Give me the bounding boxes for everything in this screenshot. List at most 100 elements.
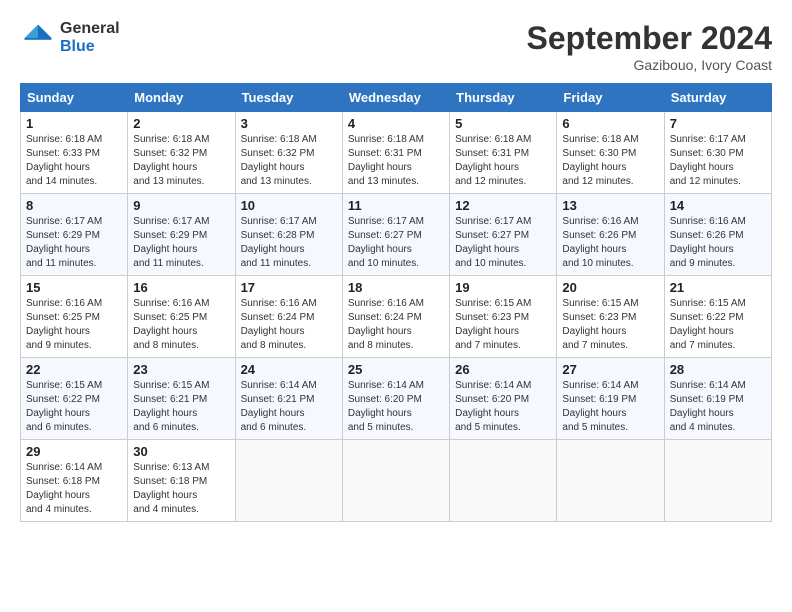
calendar-header-row: SundayMondayTuesdayWednesdayThursdayFrid… [21,84,772,112]
day-info: Sunrise: 6:16 AM Sunset: 6:24 PM Dayligh… [241,297,337,353]
calendar-week-5: 29 Sunrise: 6:14 AM Sunset: 6:18 PM Dayl… [21,440,772,522]
calendar-header-friday: Friday [557,84,664,112]
day-number: 17 [241,280,337,295]
day-info: Sunrise: 6:15 AM Sunset: 6:23 PM Dayligh… [562,297,658,353]
calendar-week-2: 8 Sunrise: 6:17 AM Sunset: 6:29 PM Dayli… [21,194,772,276]
calendar-cell: 14 Sunrise: 6:16 AM Sunset: 6:26 PM Dayl… [664,194,771,276]
day-number: 8 [26,198,122,213]
calendar-cell: 11 Sunrise: 6:17 AM Sunset: 6:27 PM Dayl… [342,194,449,276]
calendar-cell: 19 Sunrise: 6:15 AM Sunset: 6:23 PM Dayl… [450,276,557,358]
day-number: 23 [133,362,229,377]
day-number: 13 [562,198,658,213]
day-info: Sunrise: 6:18 AM Sunset: 6:31 PM Dayligh… [455,133,551,189]
page-header: General Blue September 2024 Gazibouo, Iv… [20,20,772,73]
calendar-week-1: 1 Sunrise: 6:18 AM Sunset: 6:33 PM Dayli… [21,112,772,194]
logo: General Blue [20,20,120,56]
day-number: 24 [241,362,337,377]
calendar-header-tuesday: Tuesday [235,84,342,112]
calendar-cell: 22 Sunrise: 6:15 AM Sunset: 6:22 PM Dayl… [21,358,128,440]
calendar-cell: 24 Sunrise: 6:14 AM Sunset: 6:21 PM Dayl… [235,358,342,440]
day-info: Sunrise: 6:18 AM Sunset: 6:32 PM Dayligh… [133,133,229,189]
day-info: Sunrise: 6:14 AM Sunset: 6:19 PM Dayligh… [562,379,658,435]
day-info: Sunrise: 6:17 AM Sunset: 6:27 PM Dayligh… [455,215,551,271]
calendar-cell: 28 Sunrise: 6:14 AM Sunset: 6:19 PM Dayl… [664,358,771,440]
day-info: Sunrise: 6:14 AM Sunset: 6:20 PM Dayligh… [348,379,444,435]
calendar-cell: 26 Sunrise: 6:14 AM Sunset: 6:20 PM Dayl… [450,358,557,440]
day-info: Sunrise: 6:17 AM Sunset: 6:27 PM Dayligh… [348,215,444,271]
calendar-cell: 17 Sunrise: 6:16 AM Sunset: 6:24 PM Dayl… [235,276,342,358]
calendar-cell: 13 Sunrise: 6:16 AM Sunset: 6:26 PM Dayl… [557,194,664,276]
day-info: Sunrise: 6:18 AM Sunset: 6:31 PM Dayligh… [348,133,444,189]
calendar-cell [557,440,664,522]
calendar-header-thursday: Thursday [450,84,557,112]
day-number: 4 [348,116,444,131]
calendar-header-saturday: Saturday [664,84,771,112]
day-number: 10 [241,198,337,213]
calendar-cell [342,440,449,522]
day-number: 5 [455,116,551,131]
day-number: 7 [670,116,766,131]
calendar-cell [664,440,771,522]
day-number: 14 [670,198,766,213]
calendar-cell: 9 Sunrise: 6:17 AM Sunset: 6:29 PM Dayli… [128,194,235,276]
day-number: 25 [348,362,444,377]
day-info: Sunrise: 6:16 AM Sunset: 6:26 PM Dayligh… [670,215,766,271]
calendar-cell: 23 Sunrise: 6:15 AM Sunset: 6:21 PM Dayl… [128,358,235,440]
calendar-cell: 2 Sunrise: 6:18 AM Sunset: 6:32 PM Dayli… [128,112,235,194]
logo-text: General Blue [60,20,120,56]
calendar-cell: 6 Sunrise: 6:18 AM Sunset: 6:30 PM Dayli… [557,112,664,194]
day-number: 29 [26,444,122,459]
calendar-header-sunday: Sunday [21,84,128,112]
day-number: 30 [133,444,229,459]
day-info: Sunrise: 6:14 AM Sunset: 6:20 PM Dayligh… [455,379,551,435]
day-info: Sunrise: 6:16 AM Sunset: 6:24 PM Dayligh… [348,297,444,353]
calendar-cell: 3 Sunrise: 6:18 AM Sunset: 6:32 PM Dayli… [235,112,342,194]
day-info: Sunrise: 6:15 AM Sunset: 6:21 PM Dayligh… [133,379,229,435]
calendar-cell: 5 Sunrise: 6:18 AM Sunset: 6:31 PM Dayli… [450,112,557,194]
calendar-cell: 25 Sunrise: 6:14 AM Sunset: 6:20 PM Dayl… [342,358,449,440]
calendar-table: SundayMondayTuesdayWednesdayThursdayFrid… [20,83,772,522]
calendar-cell: 15 Sunrise: 6:16 AM Sunset: 6:25 PM Dayl… [21,276,128,358]
calendar-cell: 4 Sunrise: 6:18 AM Sunset: 6:31 PM Dayli… [342,112,449,194]
day-number: 20 [562,280,658,295]
day-info: Sunrise: 6:16 AM Sunset: 6:25 PM Dayligh… [26,297,122,353]
calendar-header-monday: Monday [128,84,235,112]
calendar-cell: 7 Sunrise: 6:17 AM Sunset: 6:30 PM Dayli… [664,112,771,194]
day-info: Sunrise: 6:14 AM Sunset: 6:21 PM Dayligh… [241,379,337,435]
calendar-cell: 20 Sunrise: 6:15 AM Sunset: 6:23 PM Dayl… [557,276,664,358]
day-info: Sunrise: 6:18 AM Sunset: 6:32 PM Dayligh… [241,133,337,189]
day-info: Sunrise: 6:17 AM Sunset: 6:30 PM Dayligh… [670,133,766,189]
calendar-week-4: 22 Sunrise: 6:15 AM Sunset: 6:22 PM Dayl… [21,358,772,440]
calendar-cell: 18 Sunrise: 6:16 AM Sunset: 6:24 PM Dayl… [342,276,449,358]
calendar-cell: 1 Sunrise: 6:18 AM Sunset: 6:33 PM Dayli… [21,112,128,194]
day-info: Sunrise: 6:17 AM Sunset: 6:29 PM Dayligh… [26,215,122,271]
month-title: September 2024 [527,20,772,57]
day-info: Sunrise: 6:17 AM Sunset: 6:28 PM Dayligh… [241,215,337,271]
day-info: Sunrise: 6:15 AM Sunset: 6:22 PM Dayligh… [670,297,766,353]
day-number: 18 [348,280,444,295]
day-number: 2 [133,116,229,131]
day-number: 1 [26,116,122,131]
calendar-cell: 21 Sunrise: 6:15 AM Sunset: 6:22 PM Dayl… [664,276,771,358]
day-number: 3 [241,116,337,131]
day-number: 16 [133,280,229,295]
calendar-cell: 29 Sunrise: 6:14 AM Sunset: 6:18 PM Dayl… [21,440,128,522]
location: Gazibouo, Ivory Coast [527,57,772,73]
day-number: 22 [26,362,122,377]
day-info: Sunrise: 6:18 AM Sunset: 6:30 PM Dayligh… [562,133,658,189]
calendar-cell: 27 Sunrise: 6:14 AM Sunset: 6:19 PM Dayl… [557,358,664,440]
day-number: 19 [455,280,551,295]
day-info: Sunrise: 6:15 AM Sunset: 6:23 PM Dayligh… [455,297,551,353]
logo-icon [20,20,56,56]
calendar-cell: 10 Sunrise: 6:17 AM Sunset: 6:28 PM Dayl… [235,194,342,276]
day-number: 28 [670,362,766,377]
day-info: Sunrise: 6:14 AM Sunset: 6:19 PM Dayligh… [670,379,766,435]
day-number: 21 [670,280,766,295]
day-info: Sunrise: 6:14 AM Sunset: 6:18 PM Dayligh… [26,461,122,517]
day-number: 11 [348,198,444,213]
day-number: 6 [562,116,658,131]
day-number: 26 [455,362,551,377]
day-info: Sunrise: 6:16 AM Sunset: 6:26 PM Dayligh… [562,215,658,271]
day-number: 15 [26,280,122,295]
calendar-cell: 16 Sunrise: 6:16 AM Sunset: 6:25 PM Dayl… [128,276,235,358]
